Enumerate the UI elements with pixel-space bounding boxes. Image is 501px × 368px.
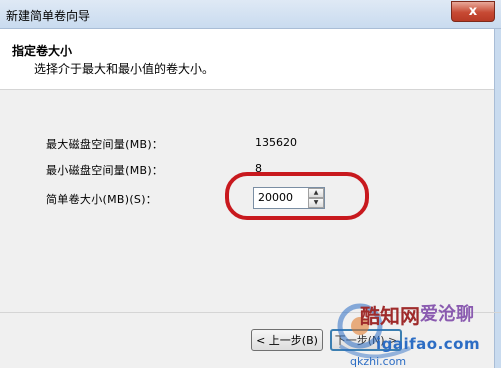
min-space-value: 8 xyxy=(255,162,262,175)
watermark-url: igaifao.com xyxy=(376,335,481,353)
page-title: 指定卷大小 xyxy=(12,44,73,58)
title-bar: 新建简单卷向导 x xyxy=(0,0,501,29)
watermark-url: qkzhi.com xyxy=(350,355,407,368)
wizard-header: 指定卷大小 选择介于最大和最小值的卷大小。 xyxy=(0,29,501,90)
spin-down-button[interactable]: ▼ xyxy=(308,198,324,208)
arrow-down-icon: ▼ xyxy=(313,199,319,206)
max-space-label: 最大磁盘空间量(MB)： xyxy=(46,138,164,151)
close-button[interactable]: x xyxy=(451,1,495,22)
window-title: 新建简单卷向导 xyxy=(6,9,91,23)
volume-size-label: 简单卷大小(MB)(S)： xyxy=(46,193,158,206)
max-space-value: 135620 xyxy=(255,136,297,149)
volume-size-spinbox[interactable]: ▲ ▼ xyxy=(253,187,325,209)
volume-size-input[interactable] xyxy=(254,188,306,208)
watermark-text: 爱沧聊 xyxy=(420,304,474,325)
spin-up-button[interactable]: ▲ xyxy=(308,188,324,198)
watermark-text: 酷知网 xyxy=(360,304,420,328)
page-subtitle: 选择介于最大和最小值的卷大小。 xyxy=(34,62,215,76)
arrow-up-icon: ▲ xyxy=(313,189,319,196)
min-space-label: 最小磁盘空间量(MB)： xyxy=(46,164,164,177)
spin-buttons: ▲ ▼ xyxy=(308,188,324,208)
close-icon: x xyxy=(468,4,478,19)
back-button[interactable]: < 上一步(B) xyxy=(251,329,323,351)
